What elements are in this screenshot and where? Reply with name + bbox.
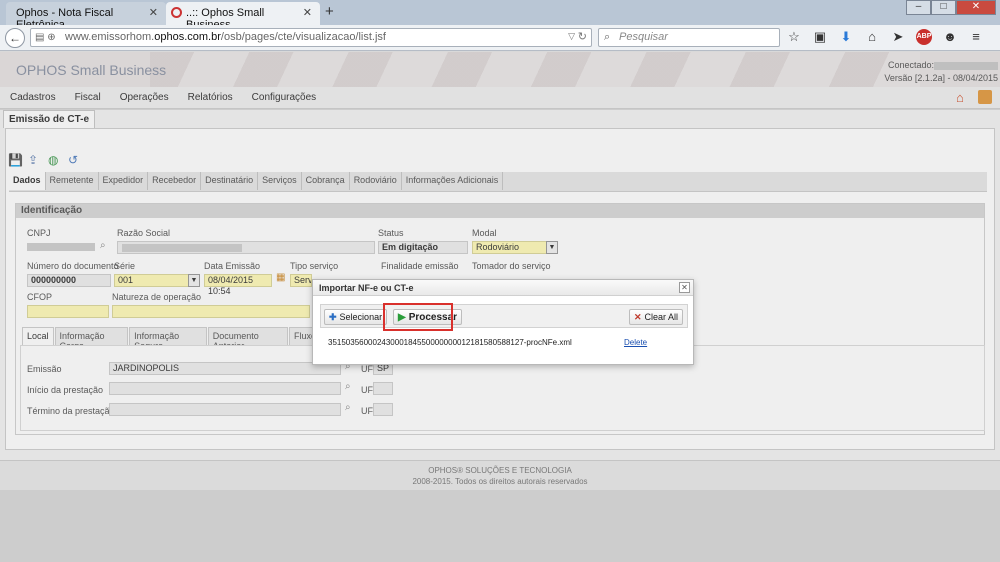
adblock-icon[interactable]: ABP [916, 29, 932, 45]
modal-close-icon[interactable]: ✕ [679, 282, 690, 293]
browser-tab-osb[interactable]: ..:: Ophos Small Business ✕ [166, 2, 320, 31]
search-placeholder: Pesquisar [619, 31, 668, 43]
window-close-icon[interactable]: ✕ [956, 0, 996, 15]
chat-icon[interactable]: ☻ [942, 29, 958, 45]
home-icon[interactable]: ⌂ [864, 29, 880, 45]
reload-icon[interactable]: ↻ [578, 30, 587, 43]
process-button-highlight [383, 303, 453, 331]
url-dropdown-icon[interactable]: ▽ [568, 31, 575, 42]
uploaded-file-name: 3515035600024300018455000000001218158058… [328, 338, 572, 347]
url-host: ophos.com.br [154, 31, 221, 43]
clear-x-icon: ✕ [633, 312, 642, 322]
search-icon: ⌕ [604, 31, 611, 43]
modal-toolbar: ✚ Selecionar ▶ Processar ✕ Clear All [320, 304, 688, 328]
menu-hamburger-icon[interactable]: ≡ [968, 29, 984, 45]
url-path: /osb/pages/cte/visualizacao/list.jsf [220, 31, 386, 43]
reading-list-icon[interactable]: ▣ [812, 29, 828, 45]
url-prefix: www.emissorhom. [65, 31, 155, 43]
select-label: Selecionar [339, 312, 383, 322]
import-modal: Importar NF-e ou CT-e ✕ ✚ Selecionar ▶ Pro… [312, 279, 694, 365]
clear-all-button[interactable]: ✕ Clear All [628, 309, 683, 325]
minimize-icon[interactable]: – [906, 0, 931, 15]
close-tab-icon[interactable]: ✕ [303, 6, 312, 19]
browser-tab-bar: Ophos - Nota Fiscal Eletrônica ✕ ..:: Op… [0, 0, 1000, 31]
url-bar[interactable]: ▤ ⊕ www.emissorhom.ophos.com.br/osb/page… [30, 28, 592, 47]
close-tab-icon[interactable]: ✕ [149, 6, 158, 19]
opera-favicon-icon [171, 7, 182, 18]
send-icon[interactable]: ➤ [890, 29, 906, 45]
browser-nav-bar: ← ▤ ⊕ www.emissorhom.ophos.com.br/osb/pa… [0, 25, 1000, 51]
plus-icon: ✚ [329, 312, 337, 322]
clear-label: Clear All [644, 312, 678, 322]
maximize-icon[interactable]: □ [931, 0, 956, 15]
window-controls: – □ ✕ [906, 0, 996, 15]
back-arrow-icon[interactable]: ← [5, 28, 25, 48]
modal-title: Importar NF-e ou CT-e [313, 280, 693, 296]
delete-file-link[interactable]: Delete [624, 338, 647, 347]
browser-toolbar-icons: ☆ ▣ ⬇ ⌂ ➤ ABP ☻ ≡ [786, 29, 984, 45]
select-button[interactable]: ✚ Selecionar [324, 309, 388, 325]
page-info-icon[interactable]: ▤ ⊕ [35, 32, 56, 43]
browser-tab-nfe[interactable]: Ophos - Nota Fiscal Eletrônica ✕ [6, 2, 166, 31]
bookmark-star-icon[interactable]: ☆ [786, 29, 802, 45]
search-input[interactable]: ⌕ Pesquisar [598, 28, 780, 47]
download-icon[interactable]: ⬇ [838, 29, 854, 45]
new-tab-icon[interactable]: + [325, 3, 334, 20]
